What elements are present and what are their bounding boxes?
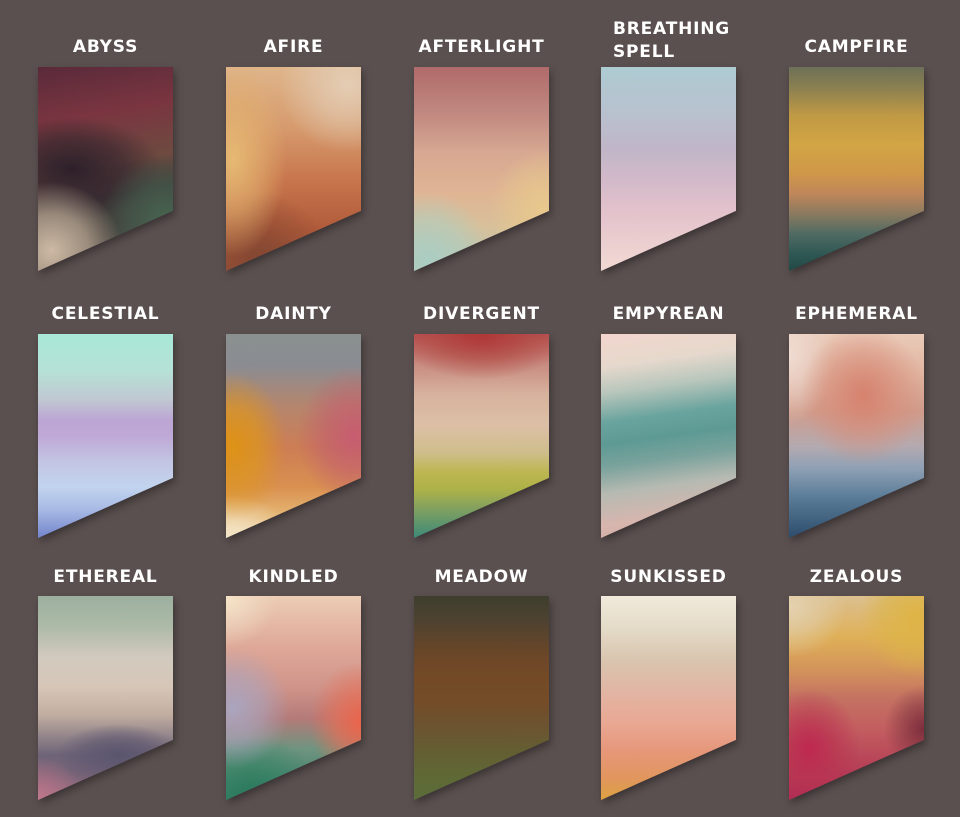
swatch-gradient-wrap (789, 334, 924, 538)
swatch-gradient-wrap (38, 334, 173, 538)
gradient-swatch[interactable] (601, 334, 736, 538)
swatch-label: DIVERGENT (423, 304, 540, 324)
gradient-swatch[interactable] (226, 334, 361, 538)
gradient-swatch[interactable] (601, 67, 736, 271)
gradient-swatch[interactable] (226, 596, 361, 800)
swatch-label: AFTERLIGHT (418, 37, 545, 57)
swatch-label: DAINTY (255, 304, 332, 324)
swatch-gradient-wrap (414, 67, 549, 271)
gradient-swatch[interactable] (789, 596, 924, 800)
gradient-swatch[interactable] (38, 596, 173, 800)
swatch-label: ETHEREAL (53, 567, 158, 587)
swatch-label: MEADOW (434, 567, 529, 587)
swatch-label: ZEALOUS (809, 567, 904, 587)
gradient-swatch[interactable] (601, 596, 736, 800)
swatch-label: EPHEMERAL (795, 304, 918, 324)
gradient-swatch[interactable] (414, 334, 549, 538)
swatch-gradient-wrap (226, 334, 361, 538)
swatch-label: ABYSS (72, 37, 139, 57)
swatch-label: BREATHING SPELL (613, 19, 731, 62)
gradient-swatch[interactable] (789, 67, 924, 271)
gradient-swatch[interactable] (414, 67, 549, 271)
swatch-gradient-wrap (601, 67, 736, 271)
gradient-swatch[interactable] (38, 67, 173, 271)
swatch-gradient-wrap (226, 67, 361, 271)
swatch-gradient-wrap (414, 334, 549, 538)
gradient-swatch[interactable] (38, 334, 173, 538)
swatch-label: CELESTIAL (51, 304, 160, 324)
swatch-label: KINDLED (248, 567, 339, 587)
swatch-gradient-wrap (601, 334, 736, 538)
swatch-label: SUNKISSED (610, 567, 727, 587)
swatch-gradient-wrap (789, 596, 924, 800)
swatch-label: EMPYREAN (612, 304, 725, 324)
gradient-swatch[interactable] (226, 67, 361, 271)
swatch-label: AFIRE (263, 37, 324, 57)
swatch-gradient-wrap (38, 67, 173, 271)
swatch-gradient-wrap (601, 596, 736, 800)
gradient-swatch[interactable] (789, 334, 924, 538)
swatch-label: CAMPFIRE (804, 37, 909, 57)
swatch-gradient-wrap (38, 596, 173, 800)
swatch-gradient-wrap (789, 67, 924, 271)
gradient-swatch[interactable] (414, 596, 549, 800)
swatch-gradient-wrap (226, 596, 361, 800)
swatch-gradient-wrap (414, 596, 549, 800)
